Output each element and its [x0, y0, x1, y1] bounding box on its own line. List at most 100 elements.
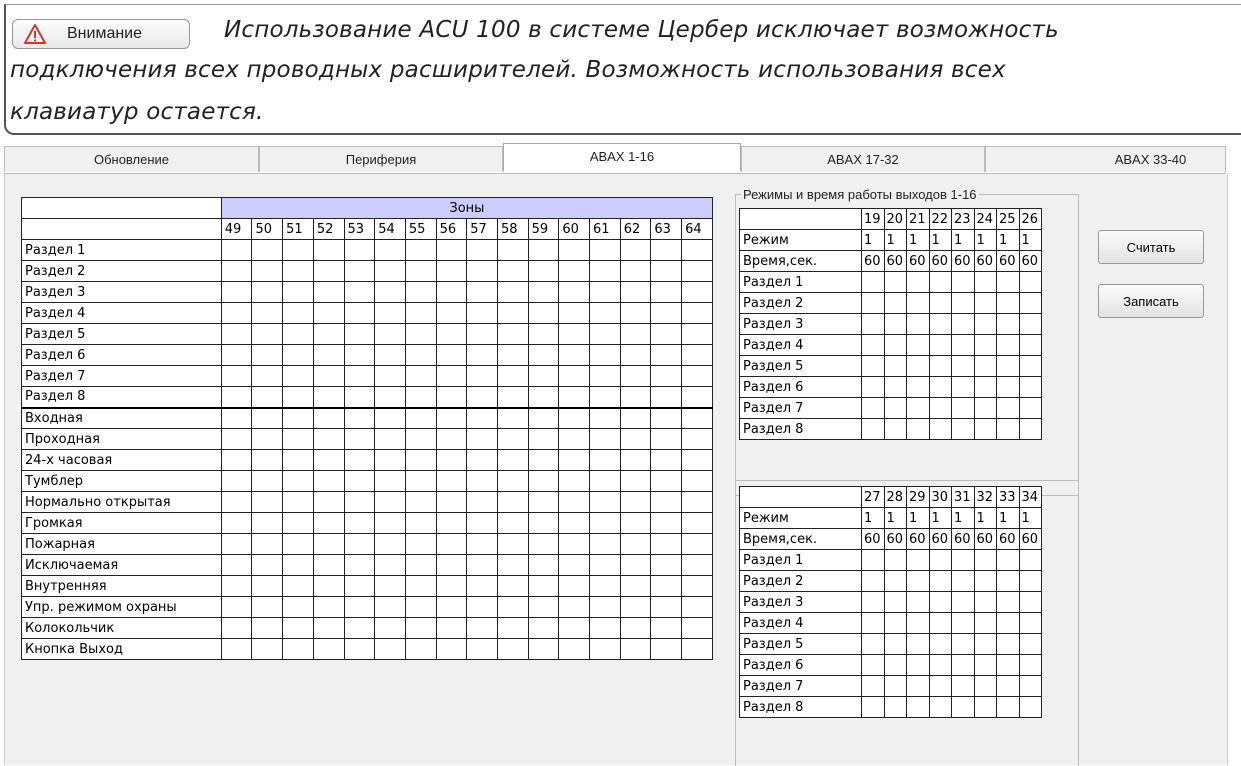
output-cell[interactable] — [951, 696, 975, 718]
zone-cell[interactable] — [589, 428, 621, 450]
zone-cell[interactable] — [466, 533, 498, 555]
zone-cell[interactable] — [282, 449, 314, 471]
time-cell[interactable]: 60 — [996, 528, 1020, 550]
zone-cell[interactable] — [251, 617, 284, 639]
zone-cell[interactable] — [312, 512, 345, 534]
mode-cell[interactable]: 1 — [996, 507, 1020, 529]
zone-cell[interactable] — [374, 638, 406, 660]
output-cell[interactable] — [1018, 654, 1042, 676]
output-cell[interactable] — [906, 549, 930, 571]
zone-cell[interactable] — [650, 323, 683, 345]
zone-cell[interactable] — [466, 344, 498, 366]
zone-cell[interactable] — [404, 575, 437, 597]
mode-cell[interactable]: 1 — [973, 507, 997, 529]
output-cell[interactable] — [1018, 313, 1042, 335]
zone-cell[interactable] — [681, 281, 713, 303]
zone-cell[interactable] — [404, 491, 437, 513]
zone-cell[interactable] — [589, 596, 621, 618]
output-cell[interactable] — [973, 313, 997, 335]
zone-cell[interactable] — [220, 344, 253, 366]
zone-cell[interactable] — [404, 281, 437, 303]
mode-cell[interactable]: 1 — [951, 507, 975, 529]
output-cell[interactable] — [928, 591, 952, 613]
output-cell[interactable] — [928, 633, 952, 655]
zone-cell[interactable] — [496, 386, 529, 409]
zone-cell[interactable] — [496, 533, 529, 555]
zone-cell[interactable] — [619, 428, 652, 450]
zone-cell[interactable] — [435, 281, 468, 303]
zone-cell[interactable] — [282, 323, 314, 345]
zone-cell[interactable] — [343, 575, 376, 597]
zone-cell[interactable] — [650, 365, 683, 387]
output-cell[interactable] — [861, 570, 885, 592]
zone-cell[interactable] — [435, 638, 468, 660]
time-cell[interactable]: 60 — [951, 250, 975, 272]
zone-cell[interactable] — [220, 260, 253, 282]
zone-cell[interactable] — [650, 302, 683, 324]
zone-cell[interactable] — [650, 617, 683, 639]
zone-cell[interactable] — [374, 428, 406, 450]
time-cell[interactable]: 60 — [883, 528, 907, 550]
zone-cell[interactable] — [496, 470, 529, 492]
zone-cell[interactable] — [343, 239, 376, 261]
zone-cell[interactable] — [681, 512, 713, 534]
zone-cell[interactable] — [589, 323, 621, 345]
zone-cell[interactable] — [435, 449, 468, 471]
zone-cell[interactable] — [496, 428, 529, 450]
output-cell[interactable] — [951, 570, 975, 592]
zone-cell[interactable] — [466, 449, 498, 471]
output-cell[interactable] — [906, 292, 930, 314]
zone-cell[interactable] — [404, 365, 437, 387]
zone-cell[interactable] — [251, 512, 284, 534]
zone-cell[interactable] — [404, 470, 437, 492]
output-cell[interactable] — [973, 570, 997, 592]
zone-cell[interactable] — [312, 638, 345, 660]
time-cell[interactable]: 60 — [928, 250, 952, 272]
zone-cell[interactable] — [681, 470, 713, 492]
zone-cell[interactable] — [404, 239, 437, 261]
mode-cell[interactable]: 1 — [1018, 507, 1042, 529]
zone-cell[interactable] — [282, 407, 314, 429]
zone-cell[interactable] — [282, 365, 314, 387]
zone-cell[interactable] — [435, 365, 468, 387]
zone-cell[interactable] — [466, 323, 498, 345]
zone-cell[interactable] — [619, 512, 652, 534]
zone-cell[interactable] — [343, 323, 376, 345]
zone-cell[interactable] — [681, 596, 713, 618]
zone-cell[interactable] — [558, 281, 591, 303]
zone-cell[interactable] — [619, 386, 652, 409]
zone-cell[interactable] — [220, 491, 253, 513]
zone-cell[interactable] — [527, 491, 560, 513]
output-cell[interactable] — [906, 633, 930, 655]
output-cell[interactable] — [861, 355, 885, 377]
output-cell[interactable] — [883, 549, 907, 571]
output-cell[interactable] — [883, 696, 907, 718]
zone-cell[interactable] — [343, 470, 376, 492]
zone-cell[interactable] — [681, 575, 713, 597]
zone-cell[interactable] — [681, 239, 713, 261]
zone-cell[interactable] — [282, 386, 314, 409]
output-cell[interactable] — [928, 334, 952, 356]
output-cell[interactable] — [906, 271, 930, 293]
output-cell[interactable] — [996, 271, 1020, 293]
zone-cell[interactable] — [681, 260, 713, 282]
output-cell[interactable] — [1018, 612, 1042, 634]
time-cell[interactable]: 60 — [861, 528, 885, 550]
zone-cell[interactable] — [589, 302, 621, 324]
output-cell[interactable] — [996, 654, 1020, 676]
zone-cell[interactable] — [374, 302, 406, 324]
zone-cell[interactable] — [650, 344, 683, 366]
zone-cell[interactable] — [312, 302, 345, 324]
zone-cell[interactable] — [619, 365, 652, 387]
output-cell[interactable] — [928, 418, 952, 440]
zone-cell[interactable] — [312, 407, 345, 429]
zone-cell[interactable] — [527, 323, 560, 345]
zone-cell[interactable] — [558, 596, 591, 618]
zone-cell[interactable] — [527, 407, 560, 429]
time-cell[interactable]: 60 — [973, 528, 997, 550]
output-cell[interactable] — [928, 355, 952, 377]
zone-cell[interactable] — [650, 260, 683, 282]
zone-cell[interactable] — [435, 260, 468, 282]
zone-cell[interactable] — [220, 281, 253, 303]
zone-cell[interactable] — [435, 302, 468, 324]
